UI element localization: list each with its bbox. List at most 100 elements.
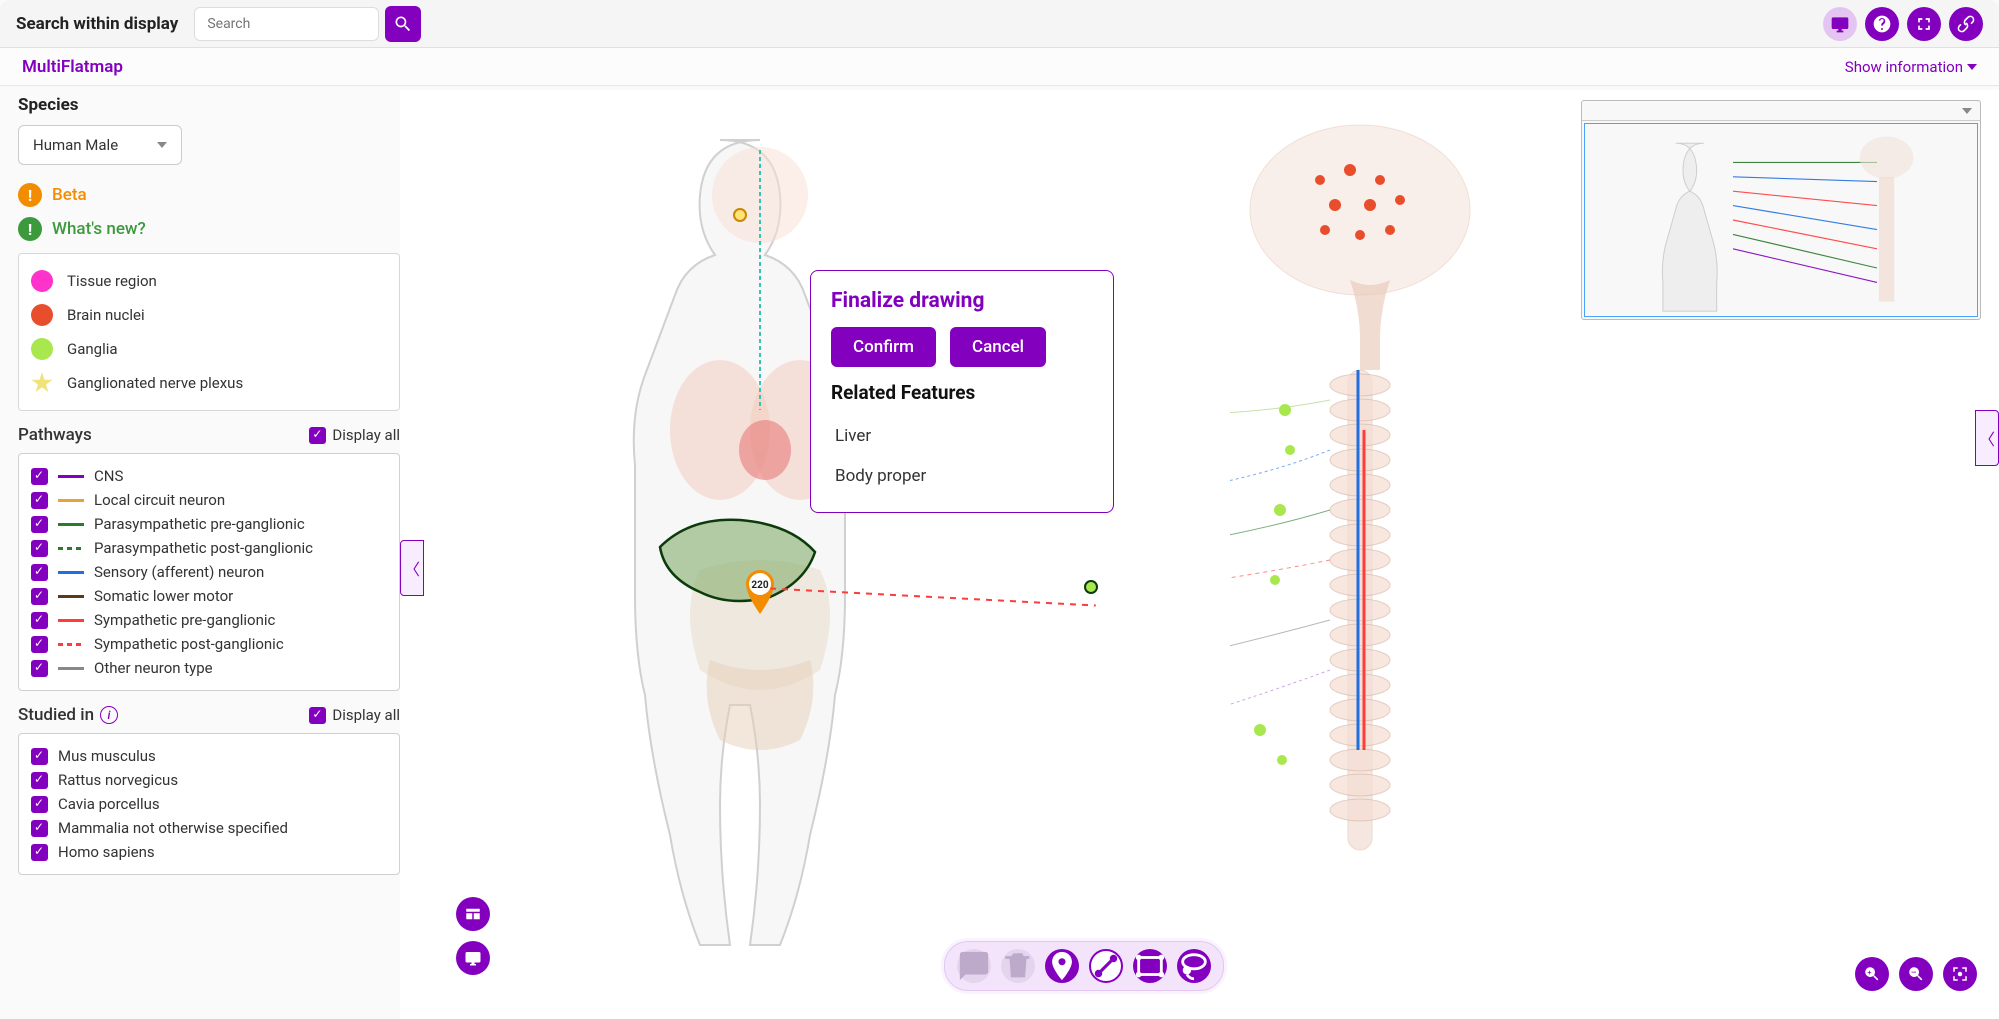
subheader: MultiFlatmap Show information: [0, 48, 1999, 86]
minimap-viewport[interactable]: [1584, 123, 1978, 317]
left-panel: Species Human Male ! Beta ! What's new? …: [18, 95, 400, 875]
popup-title: Finalize drawing: [831, 289, 1093, 313]
collapse-right-panel-button[interactable]: 〈: [1975, 410, 1999, 466]
lasso-tool-button[interactable]: [1177, 949, 1211, 983]
view-stack-buttons: [456, 897, 490, 975]
drawing-toolbar: [944, 941, 1224, 991]
show-information-label: Show information: [1845, 58, 1963, 76]
studiedin-display-all-toggle[interactable]: Display all: [309, 706, 400, 724]
pathway-label: Sensory (afferent) neuron: [94, 563, 264, 581]
search-button[interactable]: [385, 6, 421, 42]
pathway-item[interactable]: CNS: [31, 464, 387, 488]
comment-icon: [957, 949, 991, 983]
rectangle-tool-button[interactable]: [1133, 949, 1167, 983]
monitor-icon: [1830, 14, 1850, 34]
pathway-item[interactable]: Parasympathetic pre-ganglionic: [31, 512, 387, 536]
checkbox-icon: [31, 564, 48, 581]
lasso-icon: [1177, 949, 1211, 983]
studiedin-item[interactable]: Rattus norvegicus: [31, 768, 387, 792]
exclamation-icon: !: [18, 183, 42, 207]
studiedin-item[interactable]: Homo sapiens: [31, 840, 387, 864]
marker-pin[interactable]: 220: [742, 570, 778, 616]
pathway-item[interactable]: Sympathetic pre-ganglionic: [31, 608, 387, 632]
pathway-color-swatch: [58, 475, 84, 478]
cancel-button[interactable]: Cancel: [950, 327, 1046, 367]
pathway-item[interactable]: Other neuron type: [31, 656, 387, 680]
zoom-in-button[interactable]: [1855, 957, 1889, 991]
delete-tool-button[interactable]: [1001, 949, 1035, 983]
chevron-down-icon: [157, 142, 167, 148]
info-icon[interactable]: i: [100, 706, 118, 724]
pathway-item[interactable]: Sensory (afferent) neuron: [31, 560, 387, 584]
pathway-label: Parasympathetic post-ganglionic: [94, 539, 313, 557]
pathway-label: Local circuit neuron: [94, 491, 225, 509]
star-icon: [31, 372, 53, 394]
zoom-in-icon: [1863, 965, 1881, 983]
view-mode-button[interactable]: [1823, 7, 1857, 41]
display-all-label: Display all: [332, 426, 400, 444]
legend-item-tissue: Tissue region: [31, 264, 387, 298]
pathways-title: Pathways: [18, 425, 92, 445]
fullscreen-button[interactable]: [1907, 7, 1941, 41]
studiedin-box: Mus musculus Rattus norvegicus Cavia por…: [18, 733, 400, 875]
checkbox-icon: [31, 796, 48, 813]
studiedin-item[interactable]: Mammalia not otherwise specified: [31, 816, 387, 840]
collapse-left-panel-button[interactable]: 〈: [400, 540, 424, 596]
pathway-item[interactable]: Sympathetic post-ganglionic: [31, 632, 387, 656]
pathway-item[interactable]: Local circuit neuron: [31, 488, 387, 512]
chevron-down-icon[interactable]: [1962, 108, 1972, 114]
studiedin-item[interactable]: Mus musculus: [31, 744, 387, 768]
studiedin-title-text: Studied in: [18, 705, 94, 725]
pathway-label: Parasympathetic pre-ganglionic: [94, 515, 305, 533]
pathway-color-swatch: [58, 499, 84, 502]
pathway-color-swatch: [58, 571, 84, 574]
species-value: Human Male: [33, 136, 118, 154]
legend-label: Ganglia: [67, 340, 118, 358]
confirm-button[interactable]: Confirm: [831, 327, 936, 367]
pathway-item[interactable]: Somatic lower motor: [31, 584, 387, 608]
zoom-out-button[interactable]: [1899, 957, 1933, 991]
display-all-label: Display all: [332, 706, 400, 724]
pathway-color-swatch: [58, 547, 84, 550]
search-icon: [393, 14, 413, 34]
comment-tool-button[interactable]: [957, 949, 991, 983]
fullscreen-icon: [1914, 14, 1934, 34]
page-title: MultiFlatmap: [22, 57, 123, 77]
flatmap-canvas[interactable]: 220: [400, 90, 1999, 1019]
pin-tool-button[interactable]: [1045, 949, 1079, 983]
link-button[interactable]: [1949, 7, 1983, 41]
related-feature-item[interactable]: Body proper: [831, 456, 1093, 496]
species-select[interactable]: Human Male: [18, 125, 182, 165]
split-view-button[interactable]: [456, 897, 490, 931]
pathways-box: CNS Local circuit neuron Parasympathetic…: [18, 453, 400, 691]
pathway-label: Somatic lower motor: [94, 587, 233, 605]
line-tool-button[interactable]: [1089, 949, 1123, 983]
display-button[interactable]: [456, 941, 490, 975]
whats-new-button[interactable]: ! What's new?: [18, 217, 400, 241]
help-button[interactable]: [1865, 7, 1899, 41]
pathway-label: Sympathetic post-ganglionic: [94, 635, 284, 653]
related-feature-item[interactable]: Liver: [831, 416, 1093, 456]
pathway-color-swatch: [58, 595, 84, 598]
studiedin-label: Rattus norvegicus: [58, 771, 178, 789]
line-icon: [1091, 951, 1121, 981]
pathway-label: Sympathetic pre-ganglionic: [94, 611, 275, 629]
legend-item-plexus: Ganglionated nerve plexus: [31, 366, 387, 400]
show-information-button[interactable]: Show information: [1845, 58, 1977, 76]
marker-node[interactable]: [733, 208, 747, 222]
dot-icon: [31, 304, 53, 326]
marker-node[interactable]: [1084, 580, 1098, 594]
checkbox-icon: [309, 707, 326, 724]
studiedin-label: Homo sapiens: [58, 843, 155, 861]
legend-item-brain-nuclei: Brain nuclei: [31, 298, 387, 332]
minimap[interactable]: [1581, 100, 1981, 320]
zoom-fit-icon: [1951, 965, 1969, 983]
pathway-color-swatch: [58, 523, 84, 526]
pathway-item[interactable]: Parasympathetic post-ganglionic: [31, 536, 387, 560]
zoom-fit-button[interactable]: [1943, 957, 1977, 991]
studiedin-item[interactable]: Cavia porcellus: [31, 792, 387, 816]
search-input[interactable]: [194, 7, 379, 41]
studiedin-label: Cavia porcellus: [58, 795, 160, 813]
pathways-display-all-toggle[interactable]: Display all: [309, 426, 400, 444]
checkbox-icon: [31, 612, 48, 629]
